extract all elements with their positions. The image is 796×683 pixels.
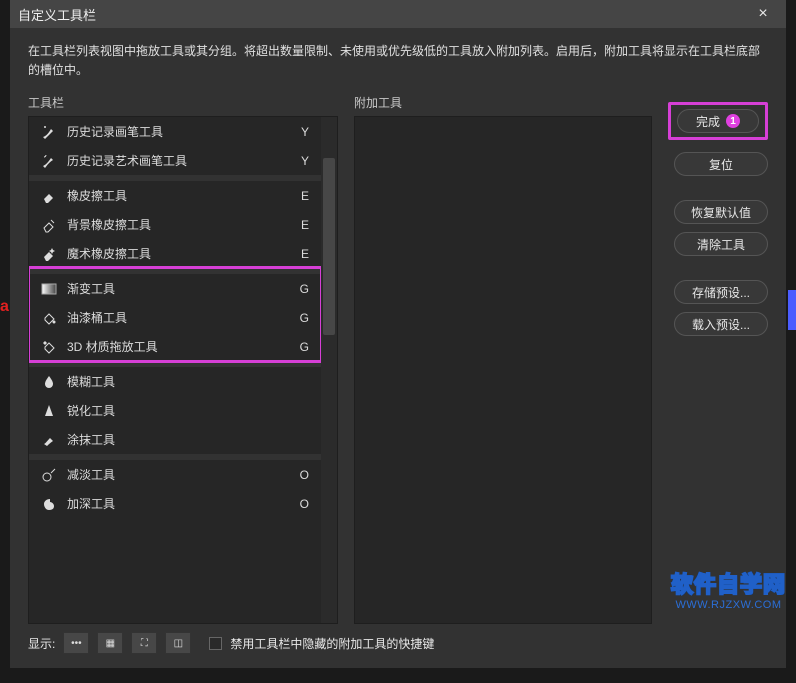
load-preset-label: 载入预设... [692,316,750,333]
tool-row-blur[interactable]: 模糊工具 [29,367,321,396]
magic-eraser-icon [41,246,57,262]
3d-material-icon [41,339,57,355]
history-brush-icon [41,124,57,140]
load-preset-button[interactable]: 载入预设... [674,312,768,336]
footer-swatch-0[interactable]: ••• [63,632,89,654]
tool-row-smudge[interactable]: 涂抹工具 [29,425,321,454]
scrollbar[interactable] [321,117,337,623]
scrollbar-thumb[interactable] [323,158,335,335]
sharpen-icon [41,403,57,419]
tool-label: 模糊工具 [67,373,283,390]
tool-label: 涂抹工具 [67,431,283,448]
tool-shortcut: Y [293,154,309,168]
tool-row-eraser[interactable]: 橡皮擦工具 E [29,181,321,210]
footer-swatch-2[interactable]: ⛶ [131,632,157,654]
tool-shortcut: G [293,282,309,296]
eraser-icon [41,188,57,204]
edge-marker-right [788,290,796,330]
tool-row-paint-bucket[interactable]: 油漆桶工具 G [29,303,321,332]
edge-marker-left: a [0,300,8,314]
done-button[interactable]: 完成 1 [677,109,759,133]
restore-defaults-button[interactable]: 恢复默认值 [674,200,768,224]
save-preset-button[interactable]: 存储预设... [674,280,768,304]
restore-defaults-label: 恢复默认值 [691,204,751,221]
tool-group[interactable]: 橡皮擦工具 E 背景橡皮擦工具 E 魔术橡皮擦工具 [29,175,321,268]
tool-row-burn[interactable]: 加深工具 O [29,489,321,518]
tool-group[interactable]: 减淡工具 O 加深工具 O [29,454,321,518]
footer: 显示: ••• ▦ ⛶ ◫ 禁用工具栏中隐藏的附加工具的快捷键 [28,624,768,654]
watermark-main: 软件自学网 [671,572,786,597]
tool-label: 历史记录画笔工具 [67,123,283,140]
customize-toolbar-dialog: 自定义工具栏 × 在工具栏列表视图中拖放工具或其分组。将超出数量限制、未使用或优… [10,0,786,668]
tool-row-sharpen[interactable]: 锐化工具 [29,396,321,425]
tool-label: 橡皮擦工具 [67,187,283,204]
dialog-body: 在工具栏列表视图中拖放工具或其分组。将超出数量限制、未使用或优先级低的工具放入附… [10,28,786,668]
tool-label: 减淡工具 [67,466,283,483]
tool-row-dodge[interactable]: 减淡工具 O [29,460,321,489]
gradient-icon [41,281,57,297]
watermark: 软件自学网 WWW.RJZXW.COM [671,567,786,611]
tool-label: 加深工具 [67,495,283,512]
tool-label: 渐变工具 [67,280,283,297]
close-icon[interactable]: × [748,0,778,28]
footer-swatch-3[interactable]: ◫ [165,632,191,654]
tool-label: 锐化工具 [67,402,283,419]
clear-tools-button[interactable]: 清除工具 [674,232,768,256]
done-button-label: 完成 [696,113,720,130]
tool-row-history-brush[interactable]: 历史记录画笔工具 Y [29,117,321,146]
tool-shortcut: E [293,218,309,232]
tool-group[interactable]: 历史记录画笔工具 Y 历史记录艺术画笔工具 Y [29,117,321,175]
disable-shortcuts-checkbox[interactable] [209,637,222,650]
tool-row-bg-eraser[interactable]: 背景橡皮擦工具 E [29,210,321,239]
burn-icon [41,496,57,512]
done-badge: 1 [726,114,740,128]
tool-row-3d-material[interactable]: 3D 材质拖放工具 G [29,332,321,361]
tool-label: 历史记录艺术画笔工具 [67,152,283,169]
tool-row-magic-eraser[interactable]: 魔术橡皮擦工具 E [29,239,321,268]
reset-button[interactable]: 复位 [674,152,768,176]
tool-label: 油漆桶工具 [67,309,283,326]
paint-bucket-icon [41,310,57,326]
tool-shortcut: G [293,311,309,325]
art-history-brush-icon [41,153,57,169]
disable-shortcuts-label: 禁用工具栏中隐藏的附加工具的快捷键 [230,635,434,652]
extra-tools-column-label: 附加工具 [354,94,652,110]
extra-tools-panel[interactable] [354,116,652,624]
footer-show-label: 显示: [28,635,55,652]
tool-shortcut: Y [293,125,309,139]
tool-row-gradient[interactable]: 渐变工具 G [29,274,321,303]
tool-label: 3D 材质拖放工具 [67,338,283,355]
toolbar-column-label: 工具栏 [28,94,338,110]
tool-label: 魔术橡皮擦工具 [67,245,283,262]
dodge-icon [41,467,57,483]
smudge-icon [41,432,57,448]
footer-swatch-1[interactable]: ▦ [97,632,123,654]
tool-group[interactable]: 模糊工具 锐化工具 涂抹工具 [29,361,321,454]
reset-button-label: 复位 [709,156,733,173]
done-highlight: 完成 1 [668,102,768,140]
bg-eraser-icon [41,217,57,233]
tool-shortcut: E [293,189,309,203]
blur-icon [41,374,57,390]
dialog-description: 在工具栏列表视图中拖放工具或其分组。将超出数量限制、未使用或优先级低的工具放入附… [28,42,768,80]
save-preset-label: 存储预设... [692,284,750,301]
tool-shortcut: E [293,247,309,261]
tool-group-highlighted[interactable]: 渐变工具 G 油漆桶工具 G 3D 材质拖放工具 G [29,268,321,361]
watermark-sub: WWW.RJZXW.COM [671,599,786,611]
title-bar[interactable]: 自定义工具栏 × [10,0,786,28]
toolbar-list-panel: 历史记录画笔工具 Y 历史记录艺术画笔工具 Y [28,116,338,624]
tool-shortcut: O [293,468,309,482]
dialog-title: 自定义工具栏 [18,5,748,24]
tool-shortcut: O [293,497,309,511]
tool-shortcut: G [293,340,309,354]
tool-label: 背景橡皮擦工具 [67,216,283,233]
clear-tools-label: 清除工具 [697,236,745,253]
tool-row-art-history-brush[interactable]: 历史记录艺术画笔工具 Y [29,146,321,175]
